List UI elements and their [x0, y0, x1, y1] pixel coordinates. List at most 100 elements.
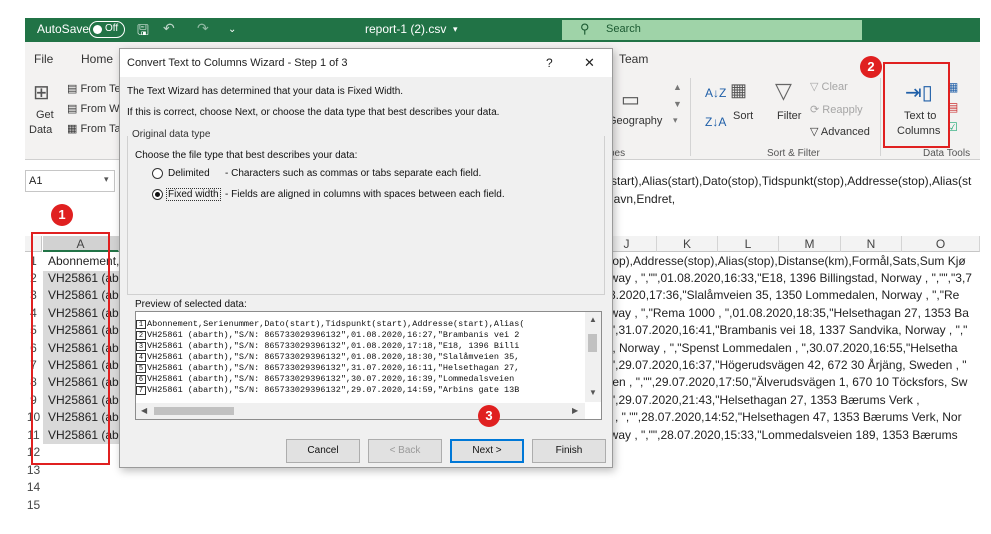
row-header[interactable]: 14: [25, 480, 42, 494]
sort-button[interactable]: Sort: [733, 110, 753, 122]
redo-icon[interactable]: ↷: [197, 20, 209, 37]
preview-row-text: VH25861 (abarth),"S/N: 865733029396132",…: [147, 330, 520, 340]
name-box-value: A1: [29, 175, 43, 187]
geography-button[interactable]: Geography: [608, 115, 662, 127]
data-preview[interactable]: 1 Abonnement,Serienummer,Dato(start),Tids…: [135, 311, 602, 420]
chevron-down-icon[interactable]: ▾: [453, 24, 458, 35]
preview-row-number: 6: [136, 375, 146, 384]
scroll-right-icon[interactable]: ▶: [572, 406, 578, 415]
advanced-button[interactable]: ▽ Advanced: [810, 125, 870, 138]
from-web-button[interactable]: ▤ From W: [67, 102, 120, 115]
preview-row-number: 1: [136, 320, 146, 329]
dialog-title-bar: Convert Text to Columns Wizard - Step 1 …: [120, 49, 612, 77]
clear-button[interactable]: ▽ Clear: [810, 80, 848, 93]
fixed-width-radio[interactable]: [152, 189, 163, 200]
wizard-message-2: If this is correct, choose Next, or choo…: [127, 107, 500, 118]
choose-file-type-label: Choose the file type that best describes…: [135, 150, 358, 161]
highlight-text-to-columns: [883, 62, 950, 148]
vertical-scrollbar[interactable]: ▲ ▼: [585, 312, 601, 402]
cell-row-text[interactable]: eden , ","",29.07.2020,17:50,"Älverudsvä…: [597, 375, 980, 392]
get-data-label[interactable]: Get: [36, 109, 54, 121]
preview-row-text: VH25861 (abarth),"S/N: 865733029396132",…: [147, 352, 520, 362]
cell-row-text[interactable]: ay , ","",28.07.2020,14:52,"Helsethagen …: [597, 410, 980, 427]
filter-icon: ▽: [775, 78, 792, 103]
save-icon[interactable]: 🖫: [137, 20, 149, 44]
back-button[interactable]: < Back: [368, 439, 442, 463]
more-icon[interactable]: ▾: [673, 115, 678, 126]
scrollbar-thumb[interactable]: [588, 334, 597, 352]
row-header[interactable]: 15: [25, 498, 42, 512]
column-header-o[interactable]: O: [902, 236, 980, 252]
clear-label: Clear: [821, 81, 848, 93]
sort-za-icon[interactable]: Z↓A: [705, 115, 726, 129]
preview-row-text: Abonnement,Serienummer,Dato(start),Tidsp…: [147, 319, 525, 329]
column-header-l[interactable]: L: [718, 236, 779, 252]
tab-file[interactable]: File: [34, 52, 53, 66]
from-web-label: From W: [80, 103, 120, 115]
step-badge-1: 1: [51, 204, 73, 226]
file-name[interactable]: report-1 (2).csv: [365, 22, 446, 36]
autosave-toggle[interactable]: Off: [89, 21, 125, 38]
scrollbar-thumb[interactable]: [154, 407, 234, 415]
search-placeholder: Search: [606, 23, 641, 35]
delimited-radio[interactable]: [152, 168, 163, 179]
cell-row-text[interactable]: orway , ","",28.07.2020,15:33,"Lommedals…: [597, 428, 980, 445]
preview-row: 7 VH25861 (abarth),"S/N: 865733029396132"…: [136, 385, 519, 395]
separator: [690, 78, 691, 156]
cell-row-text[interactable]: orway , ","",01.08.2020,16:33,"E18, 1396…: [597, 271, 980, 288]
scroll-up-icon[interactable]: ▲: [673, 82, 682, 92]
cell-row-text[interactable]: ","",29.07.2020,21:43,"Helsethagan 27, 1…: [597, 393, 980, 410]
horizontal-scrollbar[interactable]: ◀ ▶: [136, 403, 585, 419]
scroll-down-icon[interactable]: ▼: [673, 99, 682, 109]
scroll-left-icon[interactable]: ◀: [141, 406, 147, 415]
column-header-k[interactable]: K: [657, 236, 718, 252]
from-text-button[interactable]: ▤ From Te: [67, 82, 121, 95]
from-table-button[interactable]: ▦ From Ta: [67, 122, 121, 135]
group-label-data-tools: Data Tools: [923, 148, 971, 159]
column-header-n[interactable]: N: [841, 236, 902, 252]
next-button[interactable]: Next >: [450, 439, 524, 463]
get-data-label2[interactable]: Data: [29, 124, 52, 136]
preview-row-text: VH25861 (abarth),"S/N: 865733029396132",…: [147, 374, 515, 384]
column-header-m[interactable]: M: [779, 236, 841, 252]
delimited-label[interactable]: Delimited: [168, 168, 210, 179]
row-header[interactable]: 13: [25, 463, 42, 477]
cell-row-text[interactable]: .08.2020,17:36,"Slalåmveien 35, 1350 Lom…: [597, 288, 980, 305]
preview-row-number: 4: [136, 353, 146, 362]
preview-row-number: 2: [136, 331, 146, 340]
cell-row-text[interactable]: ","",31.07.2020,16:41,"Brambanis vei 18,…: [597, 323, 980, 340]
help-button[interactable]: ?: [546, 56, 553, 70]
sort-az-icon[interactable]: A↓Z: [705, 86, 726, 100]
formula-line-1[interactable]: (start),Alias(start),Dato(stop),Tidspunk…: [607, 174, 971, 188]
from-text-label: From Te: [80, 83, 121, 95]
chevron-down-icon[interactable]: ▾: [104, 174, 109, 185]
formula-line-2[interactable]: navn,Endret,: [607, 192, 675, 206]
close-icon[interactable]: ✕: [584, 55, 595, 71]
tab-team[interactable]: Team: [619, 52, 648, 66]
cancel-button[interactable]: Cancel: [286, 439, 360, 463]
cell-row-text[interactable]: (stop),Addresse(stop),Alias(stop),Distan…: [597, 254, 980, 271]
cell-row-text[interactable]: orway , ","Rema 1000 , ",01.08.2020,18:3…: [597, 306, 980, 323]
step-badge-2: 2: [860, 56, 882, 78]
cell-row-text[interactable]: en, Norway , ","Spenst Lommedalen , ",30…: [597, 341, 980, 358]
dialog-title: Convert Text to Columns Wizard - Step 1 …: [127, 57, 348, 69]
scroll-down-icon[interactable]: ▼: [589, 388, 597, 397]
finish-button[interactable]: Finish: [532, 439, 606, 463]
fixed-width-description: - Fields are aligned in columns with spa…: [225, 189, 505, 200]
undo-icon[interactable]: ↶: [163, 20, 175, 37]
search-input[interactable]: ⚲ Search: [562, 20, 862, 40]
name-box[interactable]: A1 ▾: [25, 170, 115, 192]
text-to-columns-wizard-dialog: Convert Text to Columns Wizard - Step 1 …: [119, 48, 613, 468]
delimited-description: - Characters such as commas or tabs sepa…: [225, 168, 482, 179]
chevron-down-icon[interactable]: ⌄: [228, 24, 236, 35]
preview-row-text: VH25861 (abarth),"S/N: 865733029396132",…: [147, 385, 520, 395]
preview-row-number: 3: [136, 342, 146, 351]
cell-row-text[interactable]: ","",29.07.2020,16:37,"Högerudsvägen 42,…: [597, 358, 980, 375]
reapply-button[interactable]: ⟳ Reapply: [810, 103, 863, 116]
preview-row: 2 VH25861 (abarth),"S/N: 865733029396132"…: [136, 330, 519, 340]
filter-button[interactable]: Filter: [777, 110, 801, 122]
tab-home[interactable]: Home: [81, 52, 113, 66]
fixed-width-label[interactable]: Fixed width: [166, 188, 221, 201]
scroll-up-icon[interactable]: ▲: [589, 315, 597, 324]
advanced-label: Advanced: [820, 126, 870, 138]
